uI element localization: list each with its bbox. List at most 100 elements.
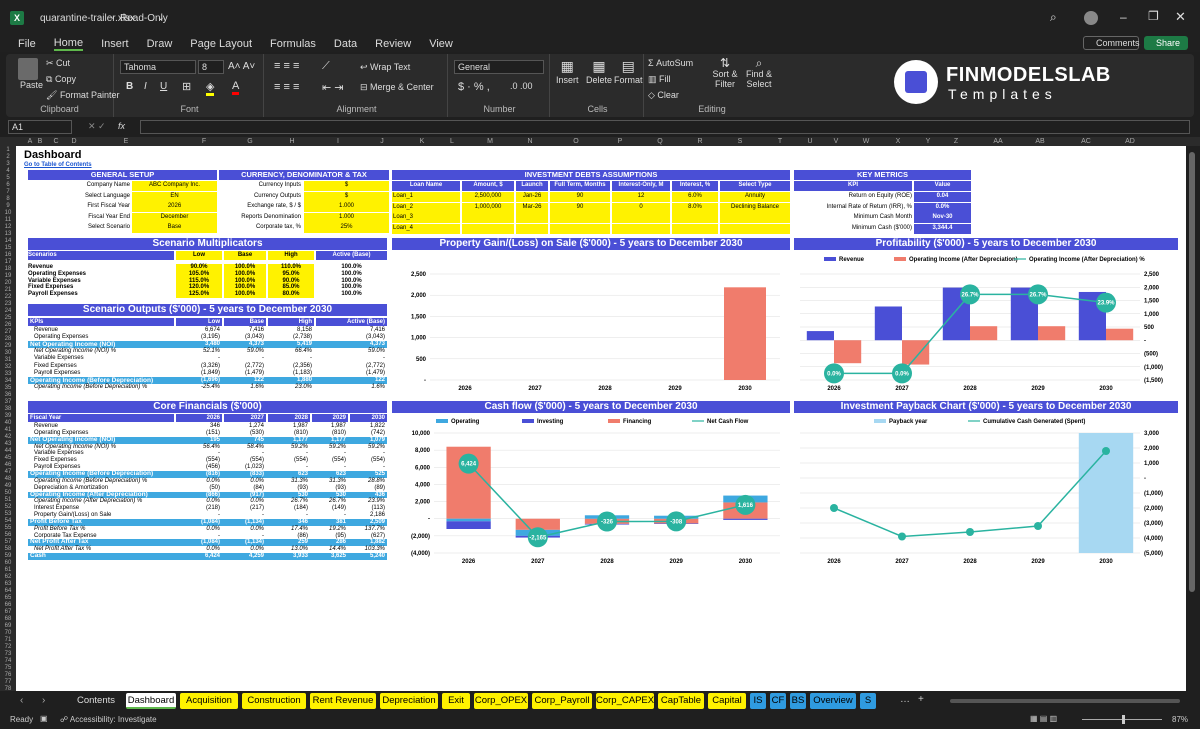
accessibility-status[interactable]: ☍ Accessibility: Investigate bbox=[60, 715, 157, 724]
column-header-q[interactable]: Q bbox=[650, 137, 670, 146]
debts-cell[interactable]: 6.0% bbox=[672, 192, 718, 202]
currency-value[interactable]: 1.000 bbox=[304, 202, 389, 213]
row-header[interactable]: 16 bbox=[0, 252, 16, 259]
row-header[interactable]: 6 bbox=[0, 182, 16, 189]
debts-cell[interactable]: 90 bbox=[550, 202, 610, 213]
row-header[interactable]: 14 bbox=[0, 238, 16, 245]
row-header[interactable]: 8 bbox=[0, 196, 16, 203]
row-header[interactable]: 52 bbox=[0, 504, 16, 511]
formula-cancel-icon[interactable]: ✕ ✓ bbox=[88, 121, 106, 132]
row-header[interactable]: 73 bbox=[0, 651, 16, 658]
column-header-v[interactable]: V bbox=[826, 137, 846, 146]
tab-overview[interactable]: Overview bbox=[810, 693, 856, 709]
scenario-mult-cell[interactable]: 100.0% bbox=[224, 291, 266, 299]
bold-button[interactable]: B bbox=[126, 81, 133, 92]
row-header[interactable]: 50 bbox=[0, 490, 16, 497]
row-header[interactable]: 56 bbox=[0, 532, 16, 539]
avatar[interactable] bbox=[1084, 11, 1098, 25]
row-header[interactable]: 40 bbox=[0, 420, 16, 427]
debts-cell[interactable] bbox=[462, 223, 514, 234]
fill-color-icon[interactable]: ◈ bbox=[206, 80, 215, 96]
debts-cell[interactable] bbox=[516, 213, 548, 224]
row-header[interactable]: 19 bbox=[0, 273, 16, 280]
debts-cell[interactable]: 1,000,000 bbox=[462, 202, 514, 213]
row-header[interactable]: 29 bbox=[0, 343, 16, 350]
border-icon[interactable]: ⊞ bbox=[182, 80, 191, 93]
row-header[interactable]: 33 bbox=[0, 371, 16, 378]
debts-cell[interactable]: Jan-26 bbox=[516, 192, 548, 202]
row-header[interactable]: 46 bbox=[0, 462, 16, 469]
restore-icon[interactable]: ❐ bbox=[1148, 9, 1159, 23]
menu-page-layout[interactable]: Page Layout bbox=[190, 38, 252, 50]
tab-exit[interactable]: Exit bbox=[442, 693, 470, 709]
add-sheet-icon[interactable]: + bbox=[918, 694, 924, 705]
zoom-thumb[interactable] bbox=[1122, 715, 1125, 724]
currency-icon[interactable]: $ · % , bbox=[458, 81, 490, 93]
close-icon[interactable]: ✕ bbox=[1175, 9, 1186, 25]
row-header[interactable]: 41 bbox=[0, 427, 16, 434]
format-painter-button[interactable]: 🖌 Format Painter bbox=[46, 90, 119, 101]
tab-corp-capex[interactable]: Corp_CAPEX bbox=[596, 693, 654, 709]
row-header[interactable]: 43 bbox=[0, 441, 16, 448]
row-header[interactable]: 49 bbox=[0, 483, 16, 490]
number-format-select[interactable]: General bbox=[454, 60, 544, 74]
row-header[interactable]: 44 bbox=[0, 448, 16, 455]
debts-cell[interactable]: 0 bbox=[612, 202, 670, 213]
column-header-j[interactable]: J bbox=[372, 137, 392, 146]
debts-cell[interactable] bbox=[550, 223, 610, 234]
tab-corp-opex[interactable]: Corp_OPEX bbox=[474, 693, 528, 709]
menu-view[interactable]: View bbox=[429, 38, 453, 50]
font-size-select[interactable]: 8 bbox=[198, 60, 224, 74]
column-header-g[interactable]: G bbox=[240, 137, 260, 146]
row-header[interactable]: 2 bbox=[0, 154, 16, 161]
tab-s[interactable]: S bbox=[860, 693, 876, 709]
tab-cf[interactable]: CF bbox=[770, 693, 786, 709]
menu-file[interactable]: File bbox=[18, 38, 36, 50]
debts-cell[interactable]: 12 bbox=[612, 192, 670, 202]
row-header[interactable]: 75 bbox=[0, 665, 16, 672]
tab-dashboard[interactable]: Dashboard bbox=[126, 693, 176, 709]
row-header[interactable]: 77 bbox=[0, 679, 16, 686]
tab-is[interactable]: IS bbox=[750, 693, 766, 709]
column-header-i[interactable]: I bbox=[328, 137, 348, 146]
row-header[interactable]: 72 bbox=[0, 644, 16, 651]
row-header[interactable]: 63 bbox=[0, 581, 16, 588]
italic-button[interactable]: I bbox=[144, 81, 147, 92]
align-top-icon[interactable]: ≡ ≡ ≡ bbox=[274, 60, 299, 72]
delete-cells-button[interactable]: ▦ Delete bbox=[586, 58, 612, 85]
row-header[interactable]: 66 bbox=[0, 602, 16, 609]
row-header[interactable]: 64 bbox=[0, 588, 16, 595]
column-header-z[interactable]: Z bbox=[946, 137, 966, 146]
row-header[interactable]: 12 bbox=[0, 224, 16, 231]
row-header[interactable]: 58 bbox=[0, 546, 16, 553]
column-header-d[interactable]: D bbox=[64, 137, 84, 146]
row-header[interactable]: 51 bbox=[0, 497, 16, 504]
row-header[interactable]: 48 bbox=[0, 476, 16, 483]
row-header[interactable]: 39 bbox=[0, 413, 16, 420]
row-header[interactable]: 65 bbox=[0, 595, 16, 602]
debts-cell[interactable]: 90 bbox=[550, 192, 610, 202]
decimal-icon[interactable]: .0 .00 bbox=[510, 81, 533, 91]
fill-button[interactable]: ▥ Fill bbox=[648, 74, 671, 85]
row-header[interactable]: 31 bbox=[0, 357, 16, 364]
row-header[interactable]: 10 bbox=[0, 210, 16, 217]
row-header[interactable]: 38 bbox=[0, 406, 16, 413]
row-header[interactable]: 30 bbox=[0, 350, 16, 357]
row-header[interactable]: 74 bbox=[0, 658, 16, 665]
tab-prev-icon[interactable]: ‹ bbox=[20, 695, 23, 706]
currency-value[interactable]: 1.000 bbox=[304, 212, 389, 223]
row-header[interactable]: 21 bbox=[0, 287, 16, 294]
paste-icon[interactable] bbox=[18, 58, 38, 80]
find-select-button[interactable]: ⌕ Find & Select bbox=[744, 57, 774, 89]
row-header[interactable]: 5 bbox=[0, 175, 16, 182]
debts-cell[interactable] bbox=[672, 213, 718, 224]
currency-value[interactable]: $ bbox=[304, 181, 389, 191]
share-button[interactable]: Share bbox=[1144, 36, 1188, 50]
orientation-icon[interactable]: ⟋ bbox=[322, 60, 330, 73]
row-header[interactable]: 32 bbox=[0, 364, 16, 371]
zoom-level[interactable]: 87% bbox=[1172, 715, 1188, 724]
align-left-icon[interactable]: ≡ ≡ ≡ bbox=[274, 81, 299, 93]
clear-button[interactable]: ◇ Clear bbox=[648, 90, 679, 101]
column-header-f[interactable]: F bbox=[194, 137, 214, 146]
debts-cell[interactable]: Declining Balance bbox=[720, 202, 790, 213]
